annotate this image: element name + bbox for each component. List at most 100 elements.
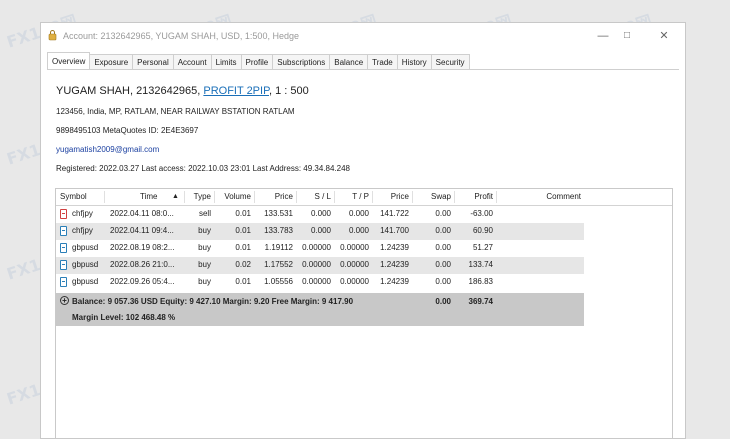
cell-symbol: gbpusd [72, 243, 99, 252]
email-link[interactable]: yugamatish2009@gmail.com [56, 145, 159, 154]
tab-exposure[interactable]: Exposure [89, 54, 134, 69]
column-separator[interactable] [214, 191, 215, 203]
cell-cur-price: 1.24239 [380, 260, 409, 269]
cell-comment [496, 274, 584, 290]
cell-tp: 0.00000 [340, 277, 369, 286]
cell-time: 2022.09.26 05:4... [110, 277, 175, 286]
cell-sl: 0.00000 [302, 243, 331, 252]
column-header-profit[interactable]: Profit [454, 189, 496, 205]
buy-position-icon [60, 277, 67, 287]
cell-price: 1.19112 [264, 243, 293, 252]
column-separator[interactable] [496, 191, 497, 203]
cell-cur-price: 1.24239 [380, 243, 409, 252]
sort-ascending-icon: ▲ [172, 193, 179, 200]
cell-profit: 186.83 [468, 277, 493, 286]
cell-volume: 0.02 [235, 260, 251, 269]
cell-volume: 0.01 [235, 243, 251, 252]
column-header-comment[interactable]: Comment [496, 189, 584, 205]
group-link[interactable]: PROFIT 2PIP [203, 85, 269, 97]
tab-limits[interactable]: Limits [210, 54, 242, 69]
cell-symbol: gbpusd [72, 277, 99, 286]
cell-price: 1.17552 [264, 260, 293, 269]
cell-time: 2022.04.11 09:4... [110, 226, 174, 235]
column-separator[interactable] [254, 191, 255, 203]
summary-profit: 369.74 [468, 297, 493, 306]
column-header-type[interactable]: Type [184, 189, 214, 205]
cell-price: 133.531 [264, 209, 293, 218]
tab-divider [47, 69, 679, 70]
cell-symbol: chfjpy [72, 209, 93, 218]
cell-type: buy [198, 226, 211, 235]
cell-profit: -63.00 [470, 209, 493, 218]
cell-type: sell [198, 209, 211, 218]
close-icon[interactable]: ✕ [654, 28, 674, 44]
summary-balance: Balance: 9 057.36 USD Equity: 9 427.10 M… [72, 297, 354, 306]
cell-sl: 0.000 [310, 226, 331, 235]
cell-comment [496, 257, 584, 273]
cell-volume: 0.01 [235, 226, 251, 235]
cell-type: buy [198, 260, 211, 269]
leverage: , 1 : 500 [269, 85, 309, 97]
column-header-cur-price[interactable]: Price [372, 189, 412, 205]
maximize-icon[interactable]: □ [617, 28, 637, 44]
expand-plus-icon[interactable]: + [60, 296, 69, 305]
column-header-swap[interactable]: Swap [412, 189, 454, 205]
tab-overview[interactable]: Overview [47, 52, 91, 69]
cell-symbol: chfjpy [72, 226, 93, 235]
column-header-volume[interactable]: Volume [214, 189, 254, 205]
registration-info: Registered: 2022.03.27 Last access: 2022… [56, 164, 350, 173]
cell-price: 1.05556 [264, 277, 293, 286]
table-row[interactable]: chfjpy 2022.04.11 08:0... sell 0.01 133.531 0… [56, 206, 584, 223]
account-window: Account: 2132642965, YUGAM SHAH, USD, 1:… [40, 22, 686, 439]
cell-cur-price: 141.722 [380, 209, 409, 218]
table-row[interactable]: gbpusd 2022.09.26 05:4... buy 0.01 1.05556 0.… [56, 274, 584, 291]
column-separator[interactable] [412, 191, 413, 203]
tab-security[interactable]: Security [430, 54, 470, 69]
cell-sl: 0.00000 [302, 277, 331, 286]
address: 123456, India, MP, RATLAM, NEAR RAILWAY … [56, 107, 295, 116]
column-header-symbol[interactable]: Symbol [56, 189, 104, 205]
cell-tp: 0.00000 [340, 243, 369, 252]
summary-margin-level: Margin Level: 102 468.48 % [72, 313, 176, 322]
account-app-icon [48, 30, 57, 41]
column-separator[interactable] [372, 191, 373, 203]
table-row[interactable]: gbpusd 2022.08.19 08:2... buy 0.01 1.19112 0.… [56, 240, 584, 257]
cell-cur-price: 141.700 [380, 226, 409, 235]
tab-history[interactable]: History [396, 54, 432, 69]
column-separator[interactable] [334, 191, 335, 203]
buy-position-icon [60, 260, 67, 270]
cell-swap: 0.00 [435, 277, 451, 286]
tab-personal[interactable]: Personal [132, 54, 174, 69]
cell-comment [496, 206, 584, 222]
cell-comment [496, 223, 584, 239]
cell-type: buy [198, 243, 211, 252]
column-separator[interactable] [454, 191, 455, 203]
column-header-sl[interactable]: S / L [296, 189, 334, 205]
cell-profit: 51.27 [472, 243, 493, 252]
cell-tp: 0.00000 [340, 260, 369, 269]
column-separator[interactable] [296, 191, 297, 203]
cell-swap: 0.00 [435, 243, 451, 252]
tab-subscriptions[interactable]: Subscriptions [272, 54, 331, 69]
cell-volume: 0.01 [235, 209, 251, 218]
tab-profile[interactable]: Profile [240, 54, 274, 69]
table-row[interactable]: chfjpy 2022.04.11 09:4... buy 0.01 133.783 0.… [56, 223, 584, 240]
tab-account[interactable]: Account [172, 54, 212, 69]
tab-trade[interactable]: Trade [367, 54, 398, 69]
minimize-icon[interactable]: — [593, 28, 613, 44]
cell-cur-price: 1.24239 [380, 277, 409, 286]
cell-time: 2022.08.19 08:2... [110, 243, 175, 252]
phone-metaquotes: 9898495103 MetaQuotes ID: 2E4E3697 [56, 126, 199, 135]
positions-table: Symbol Time Type Volume Price S / LT / P Price… [55, 188, 673, 439]
cell-sl: 0.000 [310, 209, 331, 218]
tab-balance[interactable]: Balance [329, 54, 369, 69]
column-header-price[interactable]: Price [254, 189, 296, 205]
column-header-tp[interactable]: T / P [334, 189, 372, 205]
table-row[interactable]: gbpusd 2022.08.26 21:0... buy 0.02 1.17552 0.… [56, 257, 584, 274]
window-title: Account: 2132642965, YUGAM SHAH, USD, 1:… [63, 31, 299, 41]
cell-sl: 0.00000 [302, 260, 331, 269]
cell-price: 133.783 [264, 226, 293, 235]
column-separator[interactable] [104, 191, 105, 203]
title-bar[interactable]: Account: 2132642965, YUGAM SHAH, USD, 1:… [41, 23, 685, 49]
column-separator[interactable] [184, 191, 185, 203]
